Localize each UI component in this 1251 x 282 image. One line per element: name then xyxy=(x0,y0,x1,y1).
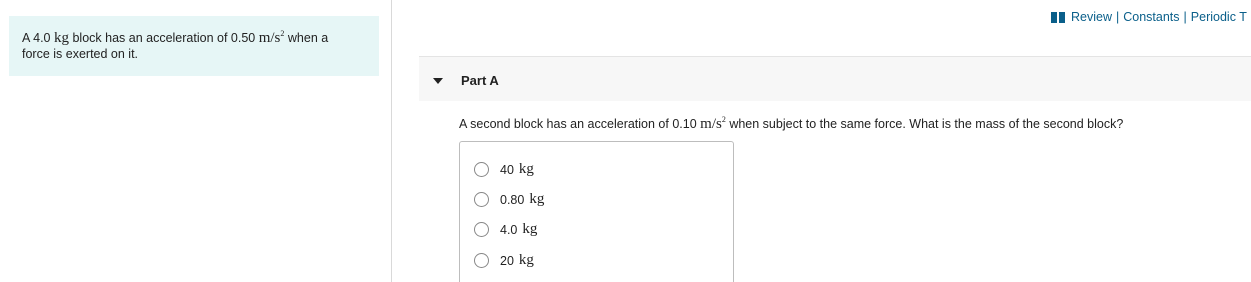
radio-button[interactable] xyxy=(474,222,489,237)
periodic-table-link[interactable]: Periodic T xyxy=(1191,10,1247,24)
intro-text: when a xyxy=(287,31,329,45)
problem-intro: A 4.0 kg block has an acceleration of 0.… xyxy=(9,16,379,76)
question-text-part: when subject to the same force. What is … xyxy=(729,117,1124,131)
review-link[interactable]: Review xyxy=(1071,10,1112,24)
intro-unit-ms2: m/s2 xyxy=(258,29,285,47)
option-value: 4.0 xyxy=(500,222,518,237)
unit-exponent: 2 xyxy=(721,115,726,124)
book-icon xyxy=(1051,11,1065,23)
question-unit-ms2: m/s2 xyxy=(700,115,726,133)
intro-text: A 4.0 xyxy=(22,31,51,45)
unit-text: m/s xyxy=(258,30,281,46)
answer-options: 40 kg 0.80 kg 4.0 kg 20 kg xyxy=(459,141,734,282)
option-value: 0.80 xyxy=(500,192,525,207)
answer-option[interactable]: 0.80 kg xyxy=(474,191,544,208)
intro-text: block has an acceleration of 0.50 xyxy=(72,31,256,45)
radio-button[interactable] xyxy=(474,253,489,268)
option-unit: kg xyxy=(518,161,534,177)
intro-line-1: A 4.0 kg block has an acceleration of 0.… xyxy=(22,29,367,47)
question-text-part: A second block has an acceleration of 0.… xyxy=(459,117,697,131)
caret-down-icon[interactable] xyxy=(433,78,443,84)
part-a-header[interactable]: Part A xyxy=(419,56,1251,101)
option-value: 40 xyxy=(500,162,514,177)
question-text: A second block has an acceleration of 0.… xyxy=(459,116,1123,133)
intro-line-2: force is exerted on it. xyxy=(22,47,139,61)
part-title: Part A xyxy=(461,73,499,88)
option-unit: kg xyxy=(529,191,545,207)
option-unit: kg xyxy=(522,221,538,237)
answer-option[interactable]: 40 kg xyxy=(474,161,534,178)
radio-button[interactable] xyxy=(474,162,489,177)
option-unit: kg xyxy=(518,252,534,268)
answer-option[interactable]: 4.0 kg xyxy=(474,221,537,238)
option-value: 20 xyxy=(500,253,514,268)
left-pane: A 4.0 kg block has an acceleration of 0.… xyxy=(0,0,392,282)
intro-unit-kg: kg xyxy=(53,30,69,46)
unit-exponent: 2 xyxy=(280,29,285,38)
radio-button[interactable] xyxy=(474,192,489,207)
unit-text: m/s xyxy=(700,116,722,132)
separator: | xyxy=(1116,10,1120,24)
constants-link[interactable]: Constants xyxy=(1123,10,1179,24)
resource-links: Review | Constants | Periodic T xyxy=(1051,10,1247,24)
answer-option[interactable]: 20 kg xyxy=(474,252,534,269)
separator: | xyxy=(1183,10,1187,24)
